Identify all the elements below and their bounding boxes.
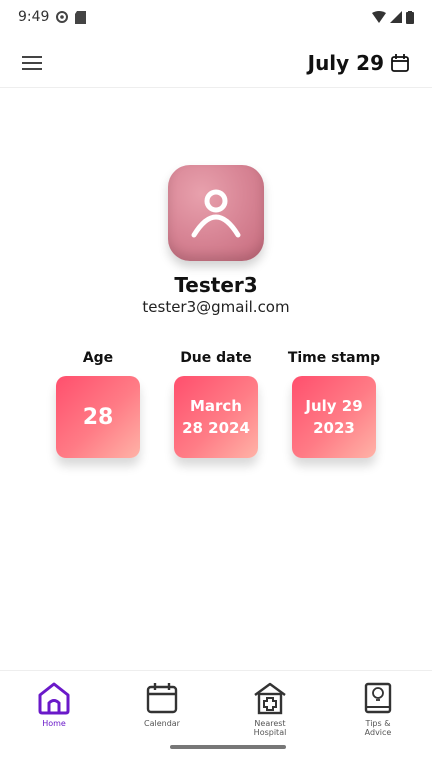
gesture-bar[interactable] — [170, 745, 286, 749]
avatar[interactable] — [168, 165, 264, 261]
due-date-line2: 28 2024 — [182, 419, 250, 437]
due-date-line1: March — [189, 397, 242, 415]
sd-card-status-icon — [75, 10, 87, 24]
time-stamp-card: July 29 2023 — [292, 376, 376, 458]
profile-section: Tester3 tester3@gmail.com — [0, 165, 432, 316]
wifi-icon — [372, 11, 386, 23]
user-name: Tester3 — [174, 273, 258, 297]
status-left: 9:49 — [18, 9, 87, 25]
stat-label: Due date — [180, 350, 252, 366]
settings-status-icon — [56, 11, 69, 23]
nav-home-label: Home — [42, 719, 66, 728]
stat-time-stamp: Time stamp July 29 2023 — [287, 350, 381, 458]
time-stamp-line1: July 29 — [305, 397, 363, 415]
nav-nearest-hospital[interactable]: Nearest Hospital — [230, 681, 310, 737]
calendar-icon — [391, 53, 409, 72]
signal-icon — [390, 11, 402, 23]
nav-home[interactable]: Home — [14, 681, 94, 728]
hamburger-menu-icon — [22, 55, 42, 70]
hospital-icon — [254, 682, 286, 715]
header-date-label: July 29 — [307, 50, 384, 75]
age-value: 28 — [82, 404, 114, 430]
stat-age: Age 28 — [54, 350, 142, 458]
home-icon — [38, 682, 70, 715]
nav-tips-advice[interactable]: Tips & Advice — [338, 681, 418, 737]
status-time: 9:49 — [18, 9, 50, 25]
age-card: 28 — [56, 376, 140, 458]
nav-hospital-label: Nearest Hospital — [253, 719, 287, 737]
header-date-button[interactable]: July 29 — [308, 51, 410, 75]
stat-label: Time stamp — [287, 350, 381, 366]
nav-calendar[interactable]: Calendar — [122, 681, 202, 728]
bottom-nav: Home Calendar Nearest Hospital Tips & Ad… — [0, 670, 432, 740]
menu-button[interactable] — [22, 43, 62, 83]
app-bar: July 29 — [0, 38, 432, 88]
battery-icon — [406, 10, 414, 24]
stats-row: Age 28 Due date March 28 2024 Time stamp… — [0, 350, 432, 458]
status-right — [372, 10, 414, 24]
tips-book-icon — [364, 682, 392, 714]
status-bar: 9:49 — [0, 0, 432, 34]
calendar-icon — [146, 683, 178, 714]
user-email: tester3@gmail.com — [142, 298, 290, 316]
nav-calendar-label: Calendar — [144, 719, 180, 728]
user-icon — [191, 189, 241, 238]
time-stamp-line2: 2023 — [313, 419, 355, 437]
stat-label: Age — [82, 350, 114, 366]
due-date-card: March 28 2024 — [174, 376, 258, 458]
stat-due-date: Due date March 28 2024 — [172, 350, 260, 458]
nav-tips-label: Tips & Advice — [364, 719, 392, 737]
